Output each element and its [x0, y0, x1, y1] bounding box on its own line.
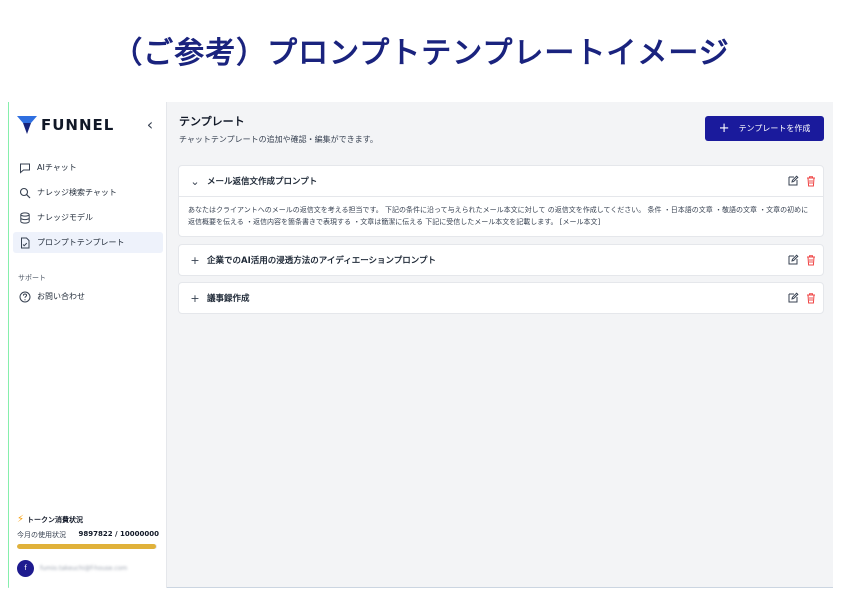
token-usage-bar-fill [17, 544, 156, 549]
page-subtitle: チャットテンプレートの追加や確認・編集ができます。 [179, 135, 378, 144]
sidebar-nav: AIチャット ナレッジ検索チャット ナレッジモデル プロンプトテンプレート [13, 157, 163, 257]
token-usage-title: トークン消費状況 [27, 515, 84, 524]
document-icon [21, 237, 30, 248]
token-usage-label: 今月の使用状況 [17, 531, 66, 539]
funnel-logo-icon [17, 116, 37, 134]
sidebar-item-contact[interactable]: お問い合わせ [13, 286, 163, 307]
page-title: テンプレート [179, 115, 245, 128]
chevron-down-icon[interactable]: ⌄ [189, 175, 201, 188]
edit-icon[interactable] [787, 292, 799, 304]
help-circle-icon [19, 291, 31, 302]
create-template-button[interactable]: + テンプレートを作成 [705, 116, 824, 141]
sidebar-item-label: ナレッジ検索チャット [37, 188, 117, 197]
user-account[interactable]: f fumio.takeuchi@f-house.com [17, 560, 127, 577]
token-usage-bar [17, 544, 157, 549]
search-icon [19, 187, 31, 198]
app-name: FUNNEL [41, 116, 115, 134]
sidebar-item-label: お問い合わせ [37, 292, 85, 301]
edit-icon[interactable] [787, 254, 799, 266]
support-nav: お問い合わせ [13, 286, 163, 311]
template-title: 議事録作成 [207, 294, 250, 304]
sidebar-item-knowledge-search[interactable]: ナレッジ検索チャット [13, 182, 163, 203]
template-title: メール返信文作成プロンプト [207, 177, 318, 187]
lightning-icon: ⚡ [17, 514, 25, 525]
template-card: + 企業でのAI活用の浸透方法のアイディエーションプロンプト [178, 244, 824, 276]
sidebar: FUNNEL ‹ AIチャット ナレッジ検索チャット ナレッジモデル プロンプト… [9, 102, 167, 588]
template-card: ⌄ メール返信文作成プロンプト あなたはクライアントへのメールの返信文を考える担… [178, 165, 824, 237]
token-usage-panel: ⚡ トークン消費状況 今月の使用状況 9897822 / 10000000 [17, 514, 159, 549]
template-header[interactable]: ⌄ メール返信文作成プロンプト [179, 166, 823, 196]
collapse-sidebar-button[interactable]: ‹ [141, 115, 159, 135]
plus-icon[interactable]: + [189, 254, 201, 267]
template-header[interactable]: + 企業でのAI活用の浸透方法のアイディエーションプロンプト [179, 245, 823, 275]
sidebar-item-prompt-template[interactable]: プロンプトテンプレート [13, 232, 163, 253]
trash-icon[interactable] [805, 254, 817, 266]
trash-icon[interactable] [805, 292, 817, 304]
template-header[interactable]: + 議事録作成 [179, 283, 823, 313]
trash-icon[interactable] [805, 175, 817, 187]
page-headline: （ご参考）プロンプトテンプレートイメージ [112, 36, 730, 71]
template-body: あなたはクライアントへのメールの返信文を考える担当です。 下記の条件に沿って与え… [179, 196, 823, 236]
edit-icon[interactable] [787, 175, 799, 187]
user-email: fumio.takeuchi@f-house.com [40, 565, 128, 572]
avatar: f [17, 560, 34, 577]
logo[interactable]: FUNNEL ‹ [17, 114, 159, 136]
database-icon [20, 211, 30, 224]
support-section-label: サポート [18, 274, 46, 282]
template-title: 企業でのAI活用の浸透方法のアイディエーションプロンプト [207, 256, 437, 266]
sidebar-item-knowledge-model[interactable]: ナレッジモデル [13, 207, 163, 228]
sidebar-item-ai-chat[interactable]: AIチャット [13, 157, 163, 178]
sidebar-item-label: AIチャット [37, 163, 77, 172]
plus-icon[interactable]: + [189, 292, 201, 305]
token-usage-count: 9897822 / 10000000 [78, 530, 160, 538]
chat-bubble-icon [20, 163, 30, 174]
app-window: FUNNEL ‹ AIチャット ナレッジ検索チャット ナレッジモデル プロンプト… [8, 102, 833, 588]
sidebar-item-label: ナレッジモデル [37, 213, 93, 222]
main-content: テンプレート チャットテンプレートの追加や確認・編集ができます。 + テンプレー… [177, 102, 834, 588]
template-card: + 議事録作成 [178, 282, 824, 314]
create-template-label: テンプレートを作成 [738, 124, 811, 133]
sidebar-item-label: プロンプトテンプレート [37, 238, 125, 247]
plus-icon: + [718, 121, 730, 136]
